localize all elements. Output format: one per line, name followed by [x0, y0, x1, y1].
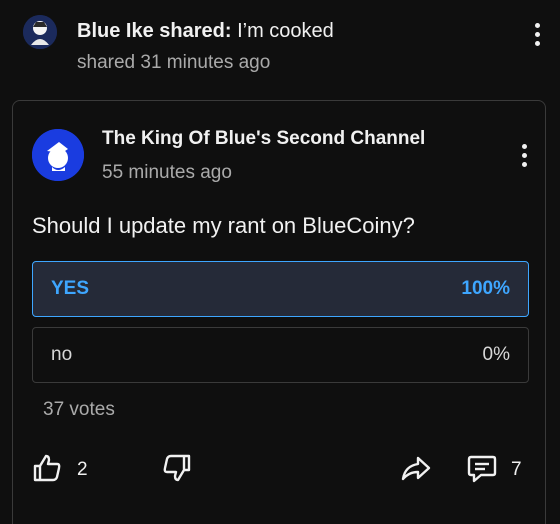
vote-count: 37 votes	[43, 399, 115, 420]
channel-name[interactable]: The King Of Blue's Second Channel	[102, 128, 425, 150]
channel-avatar-image	[32, 129, 84, 181]
kebab-dot-icon	[534, 40, 540, 46]
share-header: Blue Ike shared: I’m cooked shared 31 mi…	[0, 0, 560, 90]
kebab-dot-icon	[521, 143, 527, 149]
sharer-avatar[interactable]	[23, 15, 57, 49]
thumbs-down-icon[interactable]	[161, 452, 193, 484]
poll-option-yes[interactable]: YES 100%	[32, 261, 529, 317]
kebab-dot-icon	[521, 152, 527, 158]
share-arrow-icon[interactable]	[400, 452, 432, 484]
share-text: I’m cooked	[237, 20, 334, 42]
kebab-dot-icon	[521, 161, 527, 167]
channel-avatar[interactable]	[32, 129, 84, 181]
comment-icon[interactable]	[466, 452, 498, 484]
post-menu-button[interactable]	[512, 140, 536, 170]
share-title: Blue Ike shared: I’m cooked	[77, 18, 334, 44]
comment-count: 7	[511, 459, 522, 480]
share-menu-button[interactable]	[525, 19, 549, 49]
kebab-dot-icon	[534, 22, 540, 28]
poll-option-no[interactable]: no 0%	[32, 327, 529, 383]
share-timestamp: shared 31 minutes ago	[77, 52, 271, 73]
poll-option-label: YES	[51, 278, 90, 299]
poll-option-label: no	[51, 344, 73, 365]
thumbs-up-icon[interactable]	[31, 452, 63, 484]
shared-post: Blue Ike shared: I’m cooked shared 31 mi…	[0, 0, 560, 524]
sharer-name[interactable]: Blue Ike shared:	[77, 20, 232, 42]
poll-option-percent: 100%	[461, 278, 510, 299]
kebab-dot-icon	[534, 31, 540, 37]
sharer-avatar-image	[23, 15, 57, 49]
like-count: 2	[77, 459, 88, 480]
post-timestamp: 55 minutes ago	[102, 162, 232, 183]
poll-question: Should I update my rant on BlueCoiny?	[32, 213, 415, 238]
poll-option-percent: 0%	[482, 344, 510, 365]
